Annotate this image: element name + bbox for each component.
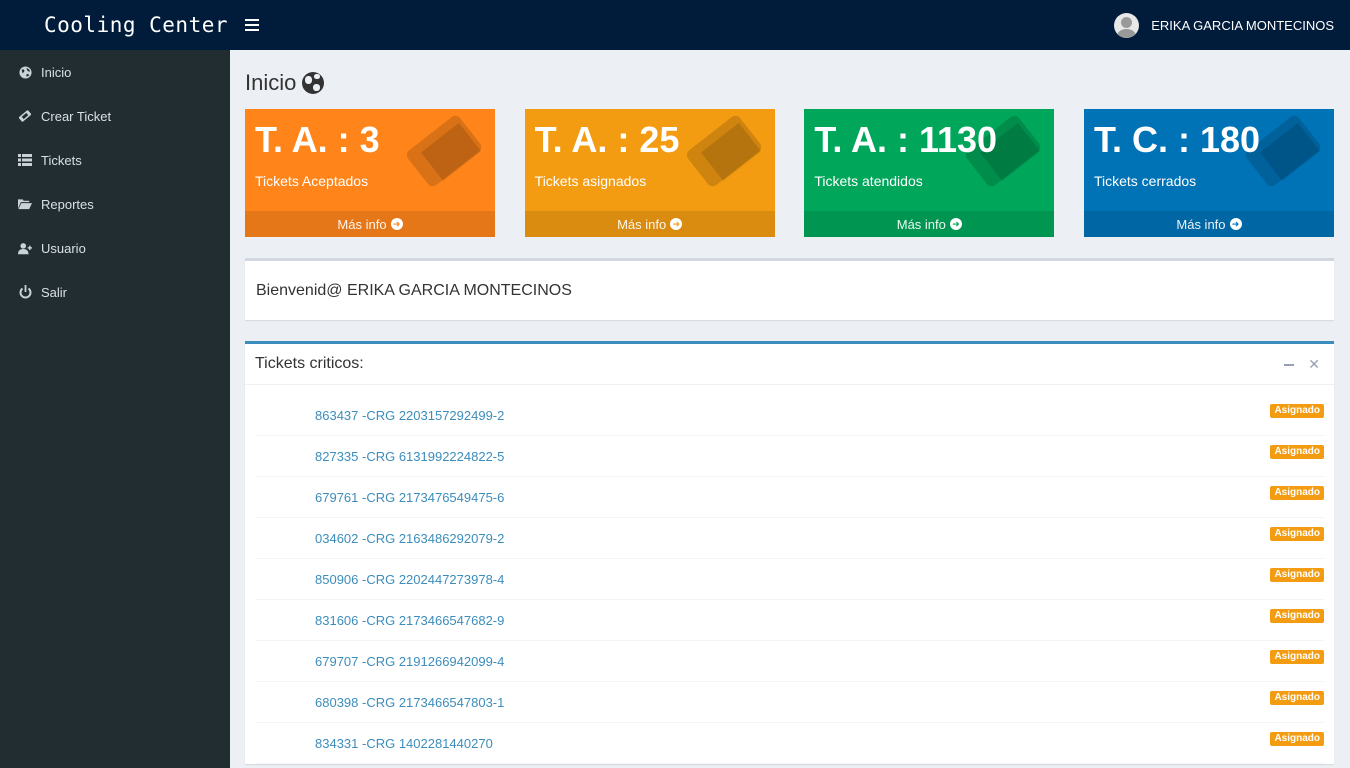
list-item: 827335 -CRG 6131992224822-5 Asignado: [255, 436, 1324, 477]
list-item: 831606 -CRG 2173466547682-9 Asignado: [255, 600, 1324, 641]
stat-number: T. A. : 1130: [814, 119, 998, 160]
status-badge: Asignado: [1270, 486, 1324, 500]
ticket-link[interactable]: 680398 -CRG 2173466547803-1: [315, 695, 504, 710]
page-title-text: Inicio: [245, 70, 297, 95]
panel-body: 863437 -CRG 2203157292499-2 Asignado 8273…: [245, 385, 1334, 764]
status-badge: Asignado: [1270, 527, 1324, 541]
sidebar-item-label: Reportes: [41, 196, 94, 212]
more-info-label: Más info: [617, 216, 667, 232]
status-badge: Asignado: [1270, 609, 1324, 623]
stat-boxes: T. A. : 3 Tickets Aceptados Más info ➜ T…: [245, 109, 1334, 237]
list-item: 680398 -CRG 2173466547803-1 Asignado: [255, 682, 1324, 723]
ticket-icon: [684, 113, 764, 189]
ticket-link[interactable]: 034602 -CRG 2163486292079-2: [315, 531, 504, 546]
list-item: 679761 -CRG 2173476549475-6 Asignado: [255, 477, 1324, 518]
status-badge: Asignado: [1270, 691, 1324, 705]
user-plus-icon: [18, 241, 32, 255]
ticket-link[interactable]: 863437 -CRG 2203157292499-2: [315, 408, 504, 423]
stat-number: T. A. : 25: [534, 119, 680, 160]
sidebar-item-reportes[interactable]: Reportes: [0, 182, 230, 226]
panel-tools: ✕: [1284, 344, 1320, 385]
status-badge: Asignado: [1270, 404, 1324, 418]
list-item: 850906 -CRG 2202447273978-4 Asignado: [255, 559, 1324, 600]
more-info-link[interactable]: Más info ➜: [1083, 211, 1334, 237]
panel-header: Tickets criticos: ✕: [245, 344, 1334, 385]
stat-caption: Tickets atendidos: [814, 173, 923, 189]
main-content: Inicio T. A. : 3 Tickets Aceptados Más i…: [245, 50, 1334, 764]
list-icon: [18, 153, 32, 167]
ticket-link[interactable]: 827335 -CRG 6131992224822-5: [315, 449, 504, 464]
sidebar-item-crear-ticket[interactable]: Crear Ticket: [0, 94, 230, 138]
globe-icon: [302, 72, 325, 94]
more-info-label: Más info: [1176, 216, 1226, 232]
ticket-link[interactable]: 679707 -CRG 2191266942099-4: [315, 654, 504, 669]
sidebar: Inicio Crear Ticket Tickets Reportes Usu…: [0, 50, 230, 768]
stat-box-atendidos: T. A. : 1130 Tickets atendidos Más info …: [804, 109, 1055, 237]
stat-number: T. C. : 180: [1093, 119, 1261, 160]
ticket-link[interactable]: 850906 -CRG 2202447273978-4: [315, 572, 504, 587]
stat-caption: Tickets Aceptados: [255, 173, 369, 189]
ticket-icon: [404, 113, 484, 189]
ticket-link[interactable]: 834331 -CRG 1402281440270: [315, 736, 493, 751]
sidebar-item-label: Inicio: [41, 64, 72, 80]
ticket-icon: [18, 109, 32, 123]
power-icon: [18, 285, 32, 299]
sidebar-item-label: Usuario: [41, 240, 86, 256]
close-icon[interactable]: ✕: [1308, 356, 1320, 373]
list-item: 863437 -CRG 2203157292499-2 Asignado: [255, 395, 1324, 436]
stat-caption: Tickets asignados: [534, 173, 647, 189]
sidebar-item-tickets[interactable]: Tickets: [0, 138, 230, 182]
arrow-circle-right-icon: ➜: [670, 218, 683, 230]
welcome-text: Bienvenid@ ERIKA GARCIA MONTECINOS: [256, 281, 572, 299]
arrow-circle-right-icon: ➜: [1229, 218, 1242, 230]
status-badge: Asignado: [1270, 445, 1324, 459]
stat-caption: Tickets cerrados: [1093, 173, 1197, 189]
more-info-link[interactable]: Más info ➜: [524, 211, 775, 237]
list-item: 034602 -CRG 2163486292079-2 Asignado: [255, 518, 1324, 559]
status-badge: Asignado: [1270, 732, 1324, 746]
brand-logo[interactable]: Cooling Center: [0, 0, 230, 50]
user-name: ERIKA GARCIA MONTECINOS: [1151, 17, 1334, 33]
folder-open-icon: [18, 197, 32, 211]
sidebar-item-inicio[interactable]: Inicio: [0, 50, 230, 94]
globe-icon: [18, 65, 32, 79]
more-info-label: Más info: [337, 216, 387, 232]
minimize-icon[interactable]: [1284, 363, 1295, 366]
more-info-link[interactable]: Más info ➜: [804, 211, 1055, 237]
ticket-link[interactable]: 831606 -CRG 2173466547682-9: [315, 613, 504, 628]
sidebar-item-usuario[interactable]: Usuario: [0, 226, 230, 270]
status-badge: Asignado: [1270, 650, 1324, 664]
stat-box-asignados: T. A. : 25 Tickets asignados Más info ➜: [524, 109, 775, 237]
critical-tickets-panel: Tickets criticos: ✕ 863437 -CRG 22031572…: [245, 341, 1334, 764]
user-menu[interactable]: ERIKA GARCIA MONTECINOS: [1114, 0, 1334, 50]
more-info-label: Más info: [896, 216, 946, 232]
sidebar-item-salir[interactable]: Salir: [0, 270, 230, 314]
stat-box-cerrados: T. C. : 180 Tickets cerrados Más info ➜: [1083, 109, 1334, 237]
sidebar-item-label: Crear Ticket: [41, 108, 112, 124]
top-navbar: Cooling Center ERIKA GARCIA MONTECINOS: [0, 0, 1350, 50]
sidebar-toggle-icon[interactable]: [245, 19, 259, 31]
arrow-circle-right-icon: ➜: [949, 218, 962, 230]
stat-number: T. A. : 3: [255, 119, 380, 160]
welcome-box: Bienvenid@ ERIKA GARCIA MONTECINOS: [245, 258, 1334, 320]
more-info-link[interactable]: Más info ➜: [245, 211, 495, 237]
status-badge: Asignado: [1270, 568, 1324, 582]
list-item: 679707 -CRG 2191266942099-4 Asignado: [255, 641, 1324, 682]
stat-box-aceptados: T. A. : 3 Tickets Aceptados Más info ➜: [245, 109, 495, 237]
avatar: [1114, 12, 1140, 38]
panel-title: Tickets criticos:: [255, 355, 364, 372]
list-item: 834331 -CRG 1402281440270 Asignado: [255, 723, 1324, 764]
page-title: Inicio: [245, 68, 1334, 98]
sidebar-item-label: Salir: [41, 284, 68, 300]
sidebar-item-label: Tickets: [41, 152, 82, 168]
ticket-link[interactable]: 679761 -CRG 2173476549475-6: [315, 490, 504, 505]
arrow-circle-right-icon: ➜: [390, 218, 403, 230]
